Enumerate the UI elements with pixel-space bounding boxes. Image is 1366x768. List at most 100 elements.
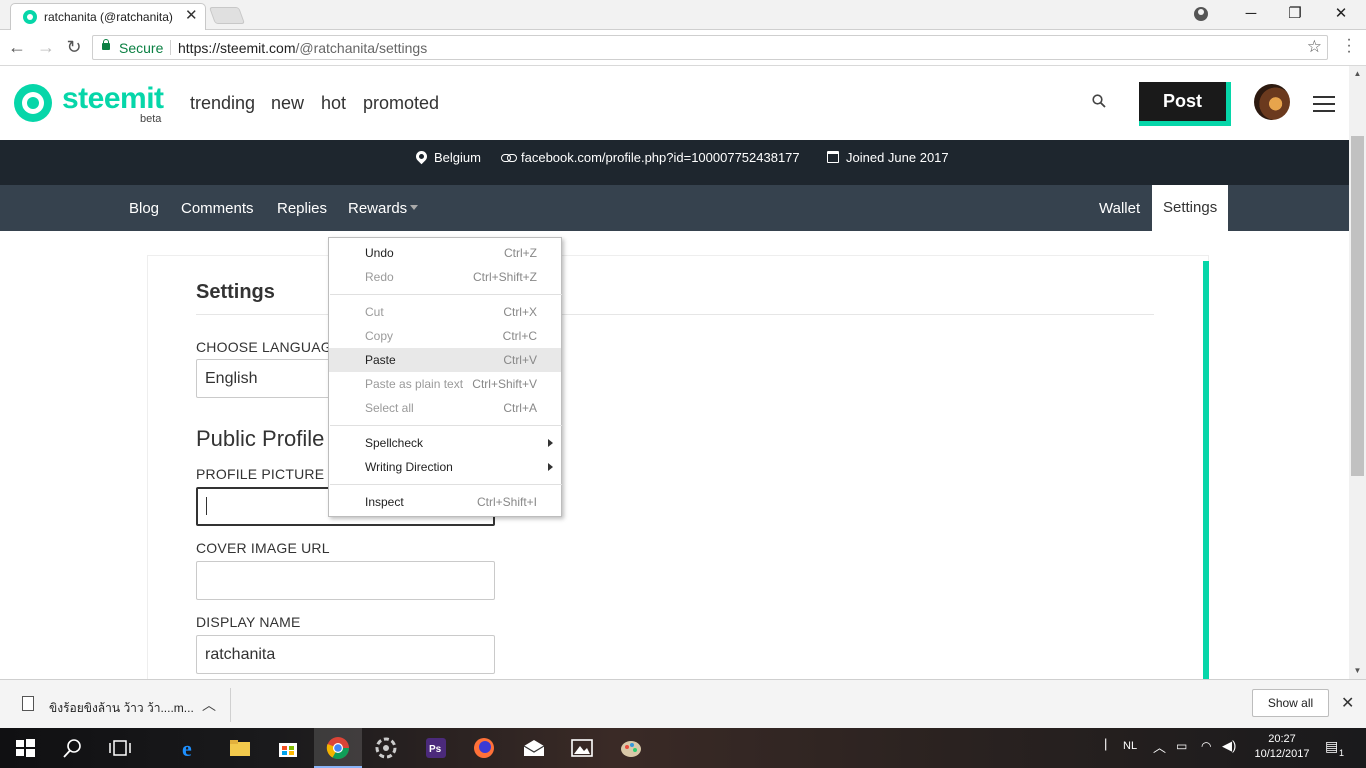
shelf-close-icon[interactable]: ✕ — [1341, 693, 1354, 713]
menu-label: Inspect — [365, 495, 404, 509]
chevron-down-icon — [410, 205, 419, 210]
menu-item-inspect[interactable]: Inspect Ctrl+Shift+I — [329, 490, 561, 514]
shelf-divider — [230, 688, 231, 722]
menu-item-undo[interactable]: Undo Ctrl+Z — [329, 241, 561, 265]
back-icon[interactable]: ← — [6, 36, 28, 58]
windows-start-icon[interactable] — [13, 736, 37, 760]
paint-icon[interactable] — [619, 736, 643, 760]
camera-app-icon[interactable] — [374, 736, 398, 760]
tab-wallet[interactable]: Wallet — [1099, 200, 1140, 217]
hamburger-menu-icon[interactable] — [1313, 96, 1335, 112]
browser-menu-icon[interactable]: · · · — [1344, 32, 1354, 60]
nav-new[interactable]: new — [271, 93, 304, 114]
profile-picture-label: PROFILE PICTURE U — [196, 466, 339, 482]
menu-item-spellcheck[interactable]: Spellcheck — [329, 431, 561, 455]
menu-label: Spellcheck — [365, 436, 424, 450]
photoshop-icon[interactable]: Ps — [424, 736, 448, 760]
page-scrollbar[interactable]: ▲ ▼ — [1349, 66, 1366, 679]
user-avatar[interactable] — [1254, 84, 1290, 120]
clock-time: 20:27 — [1268, 733, 1296, 745]
scroll-up-icon[interactable]: ▲ — [1349, 69, 1366, 78]
submenu-arrow-icon — [548, 463, 553, 471]
clock-date: 10/12/2017 — [1254, 748, 1310, 760]
battery-icon[interactable]: ▭ — [1176, 739, 1187, 753]
display-name-input[interactable]: ratchanita — [196, 635, 495, 674]
search-icon[interactable] — [61, 736, 85, 760]
display-name-label: DISPLAY NAME — [196, 614, 301, 630]
photos-icon[interactable] — [570, 736, 594, 760]
wifi-icon[interactable]: ◠ — [1201, 739, 1211, 753]
language-label: CHOOSE LANGUAG — [196, 339, 332, 355]
notification-count: 1 — [1339, 748, 1345, 758]
browser-profile-icon[interactable] — [1194, 7, 1208, 21]
system-clock[interactable]: 20:27 10/12/2017 — [1250, 732, 1314, 762]
notification-icon[interactable]: ▤ — [1325, 738, 1338, 755]
cover-image-input[interactable] — [196, 561, 495, 600]
volume-icon[interactable]: ◀) — [1222, 738, 1236, 754]
url-base: https://steemit.com — [178, 40, 296, 56]
menu-item-paste-plain[interactable]: Paste as plain text Ctrl+Shift+V — [329, 372, 561, 396]
address-bar[interactable]: Secure https://steemit.com/@ratchanita/s… — [92, 35, 1328, 60]
user-joined: Joined June 2017 — [846, 150, 949, 165]
location-pin-icon — [413, 148, 430, 165]
text-cursor — [206, 497, 207, 515]
chevron-up-icon[interactable]: ︿ — [1153, 737, 1166, 756]
reload-icon[interactable]: ↻ — [63, 36, 85, 58]
tab-blog[interactable]: Blog — [129, 200, 159, 217]
store-icon[interactable] — [276, 736, 300, 760]
menu-item-copy[interactable]: Copy Ctrl+C — [329, 324, 561, 348]
calendar-icon — [827, 151, 839, 163]
new-tab-button[interactable] — [208, 7, 246, 24]
menu-label: Writing Direction — [365, 460, 453, 474]
download-shelf: ขิงร้อยขิงล้าน ว้าว ว้า....m... ︿ Show a… — [0, 679, 1366, 728]
nav-hot[interactable]: hot — [321, 93, 346, 114]
taskbar: e Ps | NL ︿ ▭ ◠ ◀) 20:27 10/12/2017 ▤ 1 — [0, 728, 1366, 768]
edge-icon[interactable]: e — [179, 736, 203, 760]
cover-image-label: COVER IMAGE URL — [196, 540, 330, 556]
menu-item-paste[interactable]: Paste Ctrl+V — [329, 348, 561, 372]
firefox-icon[interactable] — [472, 736, 496, 760]
menu-item-cut[interactable]: Cut Ctrl+X — [329, 300, 561, 324]
omnibox-divider — [170, 40, 171, 55]
menu-item-redo[interactable]: Redo Ctrl+Shift+Z — [329, 265, 561, 289]
url-text: https://steemit.com/@ratchanita/settings — [178, 40, 427, 56]
tray-divider-icon: | — [1104, 736, 1108, 751]
minimize-icon[interactable]: ─ — [1228, 0, 1274, 28]
file-explorer-icon[interactable] — [228, 736, 252, 760]
menu-item-writing-direction[interactable]: Writing Direction — [329, 455, 561, 479]
restore-icon[interactable]: ❐ — [1272, 0, 1318, 28]
menu-label: Undo — [365, 246, 394, 260]
post-button[interactable]: Post — [1139, 82, 1226, 121]
menu-shortcut: Ctrl+Shift+V — [472, 377, 537, 391]
tab-close-icon[interactable]: ✕ — [185, 8, 198, 24]
tab-comments[interactable]: Comments — [181, 200, 254, 217]
window-close-icon[interactable]: ✕ — [1318, 0, 1364, 28]
browser-tab[interactable]: ratchanita (@ratchanita) ✕ — [10, 3, 206, 30]
chrome-icon[interactable] — [326, 736, 350, 760]
menu-shortcut: Ctrl+A — [503, 401, 537, 415]
tab-replies[interactable]: Replies — [277, 200, 327, 217]
menu-item-select-all[interactable]: Select all Ctrl+A — [329, 396, 561, 420]
download-item[interactable]: ขิงร้อยขิงล้าน ว้าว ว้า....m... — [49, 699, 194, 718]
logo-text[interactable]: steemit — [62, 82, 164, 116]
nav-trending[interactable]: trending — [190, 93, 255, 114]
search-icon[interactable] — [1092, 94, 1106, 108]
task-view-icon[interactable] — [108, 736, 132, 760]
public-profile-heading: Public Profile — [196, 426, 325, 451]
nav-promoted[interactable]: promoted — [363, 93, 439, 114]
user-website-link[interactable]: facebook.com/profile.php?id=100007752438… — [521, 150, 800, 165]
tab-settings[interactable]: Settings — [1152, 185, 1229, 231]
menu-shortcut: Ctrl+X — [503, 305, 537, 319]
bookmark-star-icon[interactable]: ☆ — [1307, 37, 1322, 57]
input-language[interactable]: NL — [1123, 740, 1137, 752]
chevron-up-icon[interactable]: ︿ — [202, 695, 216, 715]
secure-label: Secure — [119, 40, 164, 56]
mail-icon[interactable] — [522, 736, 546, 760]
steemit-logo-icon[interactable] — [14, 84, 52, 122]
scroll-down-icon[interactable]: ▼ — [1349, 666, 1366, 675]
browser-toolbar: ← → ↻ Secure https://steemit.com/@ratcha… — [0, 30, 1366, 66]
scrollbar-thumb[interactable] — [1351, 136, 1364, 476]
tab-rewards[interactable]: Rewards — [348, 200, 419, 217]
show-all-button[interactable]: Show all — [1252, 689, 1329, 717]
forward-icon[interactable]: → — [35, 36, 57, 58]
